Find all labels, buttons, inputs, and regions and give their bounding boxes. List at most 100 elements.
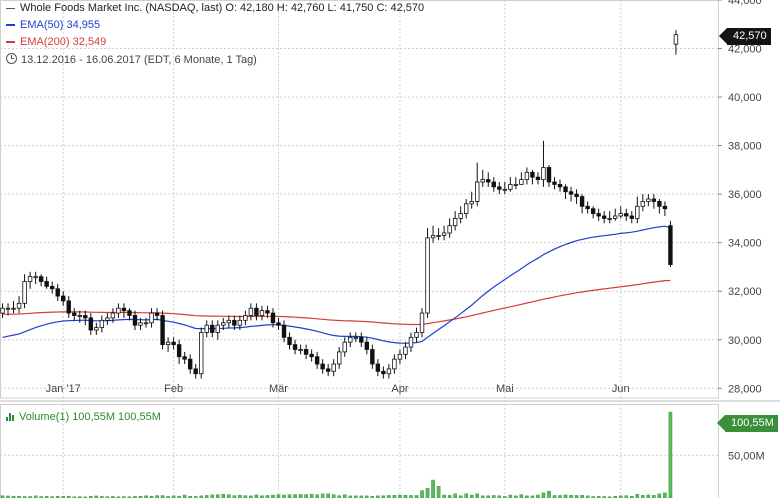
candle-body [662,205,668,210]
candle-body [265,310,270,314]
volume-icon [6,412,15,421]
candle-body [199,332,204,375]
x-tick-label: Jan '17 [46,383,81,395]
volume-bar [298,494,303,498]
x-tick-label: Mai [496,383,514,395]
ema200-line [2,279,671,326]
candle-body [116,307,121,314]
last-price-tag: 42,570 [719,28,771,45]
candle-body [83,315,88,319]
candle-body [673,34,679,45]
volume-bar [304,494,308,498]
candle-body [618,213,623,217]
ema50-legend[interactable]: EMA(50) 34,955 [6,19,100,31]
candle-body [248,307,254,316]
candle-body [49,285,55,290]
candle-body [88,317,94,331]
candle-body [38,276,44,282]
candle-body [403,346,408,355]
candle-body [298,349,303,351]
candle-body [497,186,502,190]
candle-body [94,327,99,331]
candle-body [552,181,557,185]
volume-bar [431,479,435,498]
candle-body [33,276,38,279]
candle-body [154,312,160,316]
candle-body [325,368,331,372]
candle-body [237,319,243,326]
candle-body [491,181,496,188]
y-tick-label: 30,000 [728,335,762,347]
volume-bar [331,494,336,498]
y-tick-label: 38,000 [728,141,762,153]
candle-body [99,319,105,329]
candle-body [353,336,358,339]
candle-body [165,341,171,346]
y-tick-label: 44,000 [728,0,762,7]
candle-body [546,167,552,183]
candle-body [66,300,71,314]
candle-body [270,312,276,324]
candle-body [364,341,370,350]
candle-body [5,307,11,310]
candle-body [657,201,662,207]
volume-bar [668,411,673,498]
volume-bar [326,493,330,498]
candle-body [149,312,154,324]
candle-body [44,281,49,287]
volume-bar [453,493,457,498]
candle-body [613,215,618,219]
candle-body [309,353,314,358]
candle-body [486,179,491,183]
candle-body [204,324,209,333]
candle-body [226,319,232,324]
candle-body [568,191,574,195]
candle-body [557,184,563,188]
candle-body [436,235,441,237]
volume-bar [221,493,226,498]
candle-body [375,363,381,372]
candle-body [210,324,215,333]
ema200-layer [2,279,671,326]
candle-body [121,307,127,312]
candle-body [535,176,541,180]
candle-body [524,171,530,180]
candle-body [469,201,474,205]
candle-body [359,336,364,343]
candle-body [27,276,33,282]
volume-bar [320,493,325,498]
ema200-legend[interactable]: EMA(200) 32,549 [6,36,106,48]
candle-body [110,312,116,319]
candle-body [138,322,143,326]
candle-body [475,181,480,202]
volume-legend-text: Volume(1) 100,55M 100,55M [19,411,161,423]
clock-icon [6,53,17,64]
candle-body [574,193,579,197]
volume-bar [519,494,524,498]
last-volume-value: 100,55M [731,417,774,429]
ema50-legend-text: EMA(50) 34,955 [20,19,101,31]
volume-legend[interactable]: Volume(1) 100,55M 100,55M [6,411,161,423]
candle-body [601,215,607,219]
candle-body [419,312,425,333]
chart-title-text: Whole Foods Market Inc. (NASDAQ, last) O… [20,2,425,14]
candle-body [193,368,198,375]
candle-body [458,213,463,219]
candle-body [132,315,138,326]
ema200-legend-text: EMA(200) 32,549 [20,36,107,48]
candle-body [441,232,447,236]
candle-body [348,336,353,343]
candle-body [668,225,673,265]
candle-body [624,213,629,217]
volume-bar [425,488,430,498]
candle-body [585,205,590,210]
volume-bar [276,494,281,498]
candle-body [447,225,452,234]
y-tick-label: 40,000 [728,92,762,104]
candle-body [508,184,513,190]
last-price-value: 42,570 [733,30,767,42]
y-tick-label: 34,000 [728,238,762,250]
candle-body [320,363,325,370]
candle-body [381,370,386,375]
candle-body [331,363,336,372]
